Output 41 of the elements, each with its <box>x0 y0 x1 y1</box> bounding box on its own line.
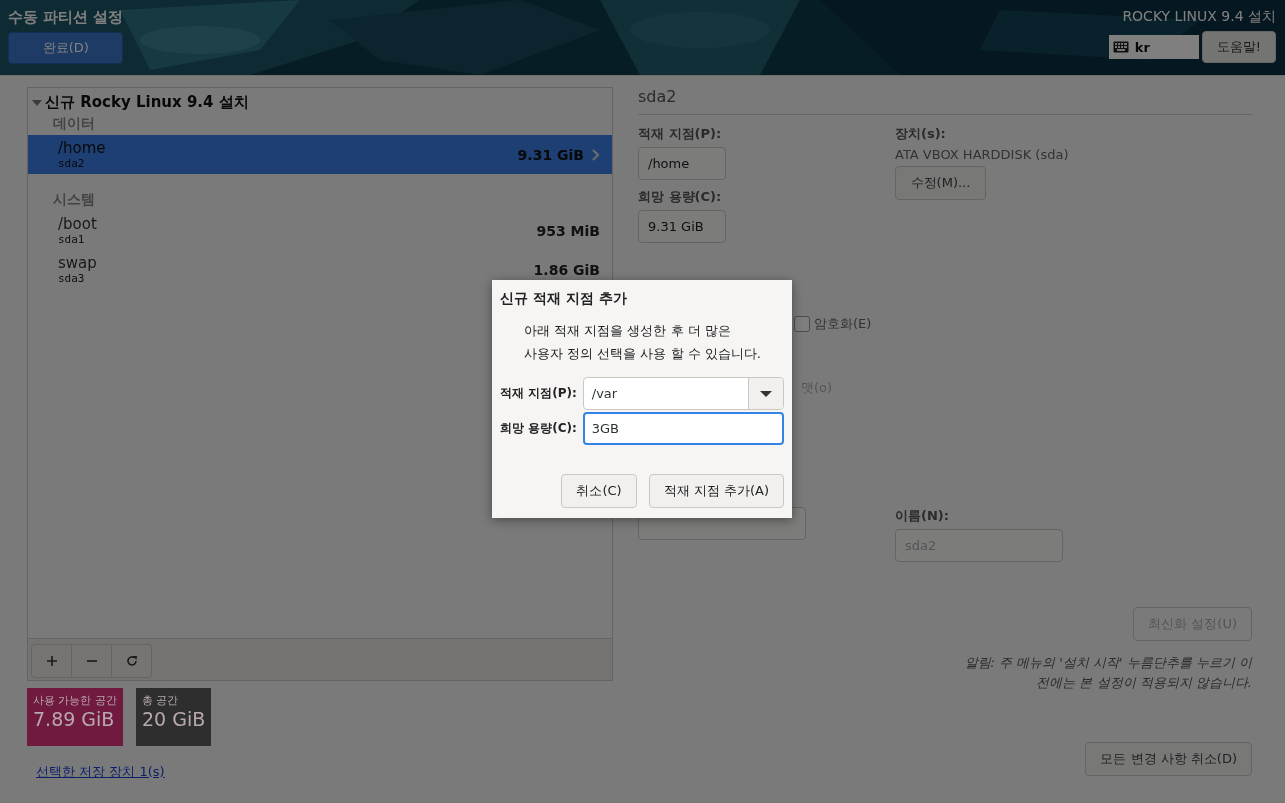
partition-item[interactable]: /boot sda1 953 MiB <box>28 211 612 250</box>
install-title: 신규 Rocky Linux 9.4 설치 <box>45 93 249 112</box>
partition-title: sda2 <box>638 87 1252 115</box>
field-label: 적재 지점(P): <box>500 385 577 402</box>
capacity-field[interactable]: 3GB <box>582 412 784 445</box>
capacity-field[interactable]: 9.31 GiB <box>638 210 726 243</box>
dialog-title: 신규 적재 지점 추가 <box>500 290 628 308</box>
field-label: 이름(N): <box>895 507 950 525</box>
dropdown-icon <box>760 390 772 397</box>
modify-button[interactable]: 수정(M)... <box>895 166 986 200</box>
field-label: 장치(s): <box>895 125 947 143</box>
keyboard-layout-field[interactable]: kr <box>1108 35 1199 59</box>
field-label: 희망 용량(C): <box>500 420 577 437</box>
mount-point-combo[interactable]: /var <box>582 377 784 410</box>
expanded-arrow-icon[interactable] <box>32 97 42 108</box>
encrypt-label: 암호화(E) <box>814 315 872 333</box>
reset-all-button[interactable]: 모든 변경 사항 취소(D) <box>1085 742 1252 776</box>
storage-devices-link[interactable]: 선택한 저장 장치 1(s) <box>36 763 165 781</box>
help-button[interactable]: 도움말! <box>1201 31 1276 63</box>
product-title: ROCKY LINUX 9.4 설치 <box>1122 8 1276 26</box>
mount-point-field[interactable]: /home <box>638 147 726 180</box>
field-label: 적재 지점(P): <box>638 125 723 143</box>
device-name: ATA VBOX HARDDISK (sda) <box>895 147 1070 162</box>
add-mount-point-button[interactable]: 적재 지점 추가(A) <box>648 474 784 508</box>
checkbox[interactable] <box>794 316 810 332</box>
done-button[interactable]: 완료(D) <box>8 32 124 64</box>
dialog-message: 사용자 정의 선택을 사용 할 수 있습니다. <box>524 345 762 363</box>
keyboard-icon <box>1112 41 1129 53</box>
dialog-message: 아래 적재 지점을 생성한 후 더 많은 <box>524 322 732 340</box>
refresh-icon <box>125 655 138 667</box>
chevron-right-icon <box>592 148 600 161</box>
space-tile: 사용 가능한 공간 7.89 GiB <box>27 688 123 746</box>
partition-item[interactable]: swap sda3 1.86 GiB <box>28 250 612 289</box>
space-tile: 총 공간 20 GiB <box>136 688 212 746</box>
field-label: 희망 용량(C): <box>638 188 723 206</box>
plus-icon <box>45 655 58 667</box>
page-title: 수동 파티션 설정 <box>8 8 124 27</box>
refresh-button[interactable] <box>111 644 152 678</box>
cancel-button[interactable]: 취소(C) <box>561 474 637 508</box>
add-button[interactable] <box>31 644 72 678</box>
notice-text: 알림: 주 메뉴의 '설치 시작' 누름단추를 누르기 이전에는 본 설정이 적용되지 않습니다. <box>963 654 1252 692</box>
